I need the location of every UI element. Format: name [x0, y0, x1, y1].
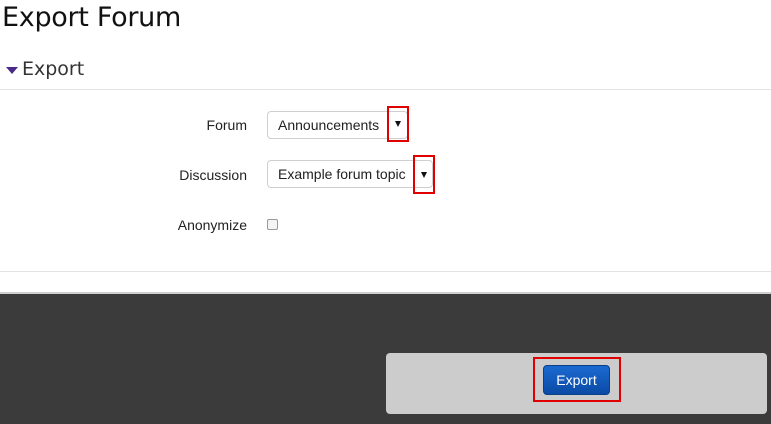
caret-down-icon[interactable]	[6, 66, 18, 74]
discussion-select-value: Example forum topic	[278, 166, 406, 182]
section-divider-top	[0, 89, 771, 90]
export-button[interactable]: Export	[543, 365, 610, 395]
page-title: Export Forum	[2, 2, 181, 33]
section-title: Export	[22, 58, 85, 80]
discussion-select-arrow[interactable]	[413, 155, 435, 194]
forum-select-value: Announcements	[278, 117, 380, 133]
triangle-down-icon	[395, 121, 401, 127]
anonymize-label: Anonymize	[177, 217, 247, 233]
discussion-label: Discussion	[179, 167, 247, 183]
anonymize-checkbox[interactable]	[267, 219, 278, 230]
triangle-down-icon	[421, 171, 427, 178]
discussion-select[interactable]: Example forum topic	[267, 160, 433, 188]
forum-label: Forum	[206, 117, 247, 133]
forum-select-arrow[interactable]	[387, 106, 409, 142]
section-divider-bottom	[0, 271, 771, 272]
section-header-export[interactable]: Export	[6, 56, 84, 82]
